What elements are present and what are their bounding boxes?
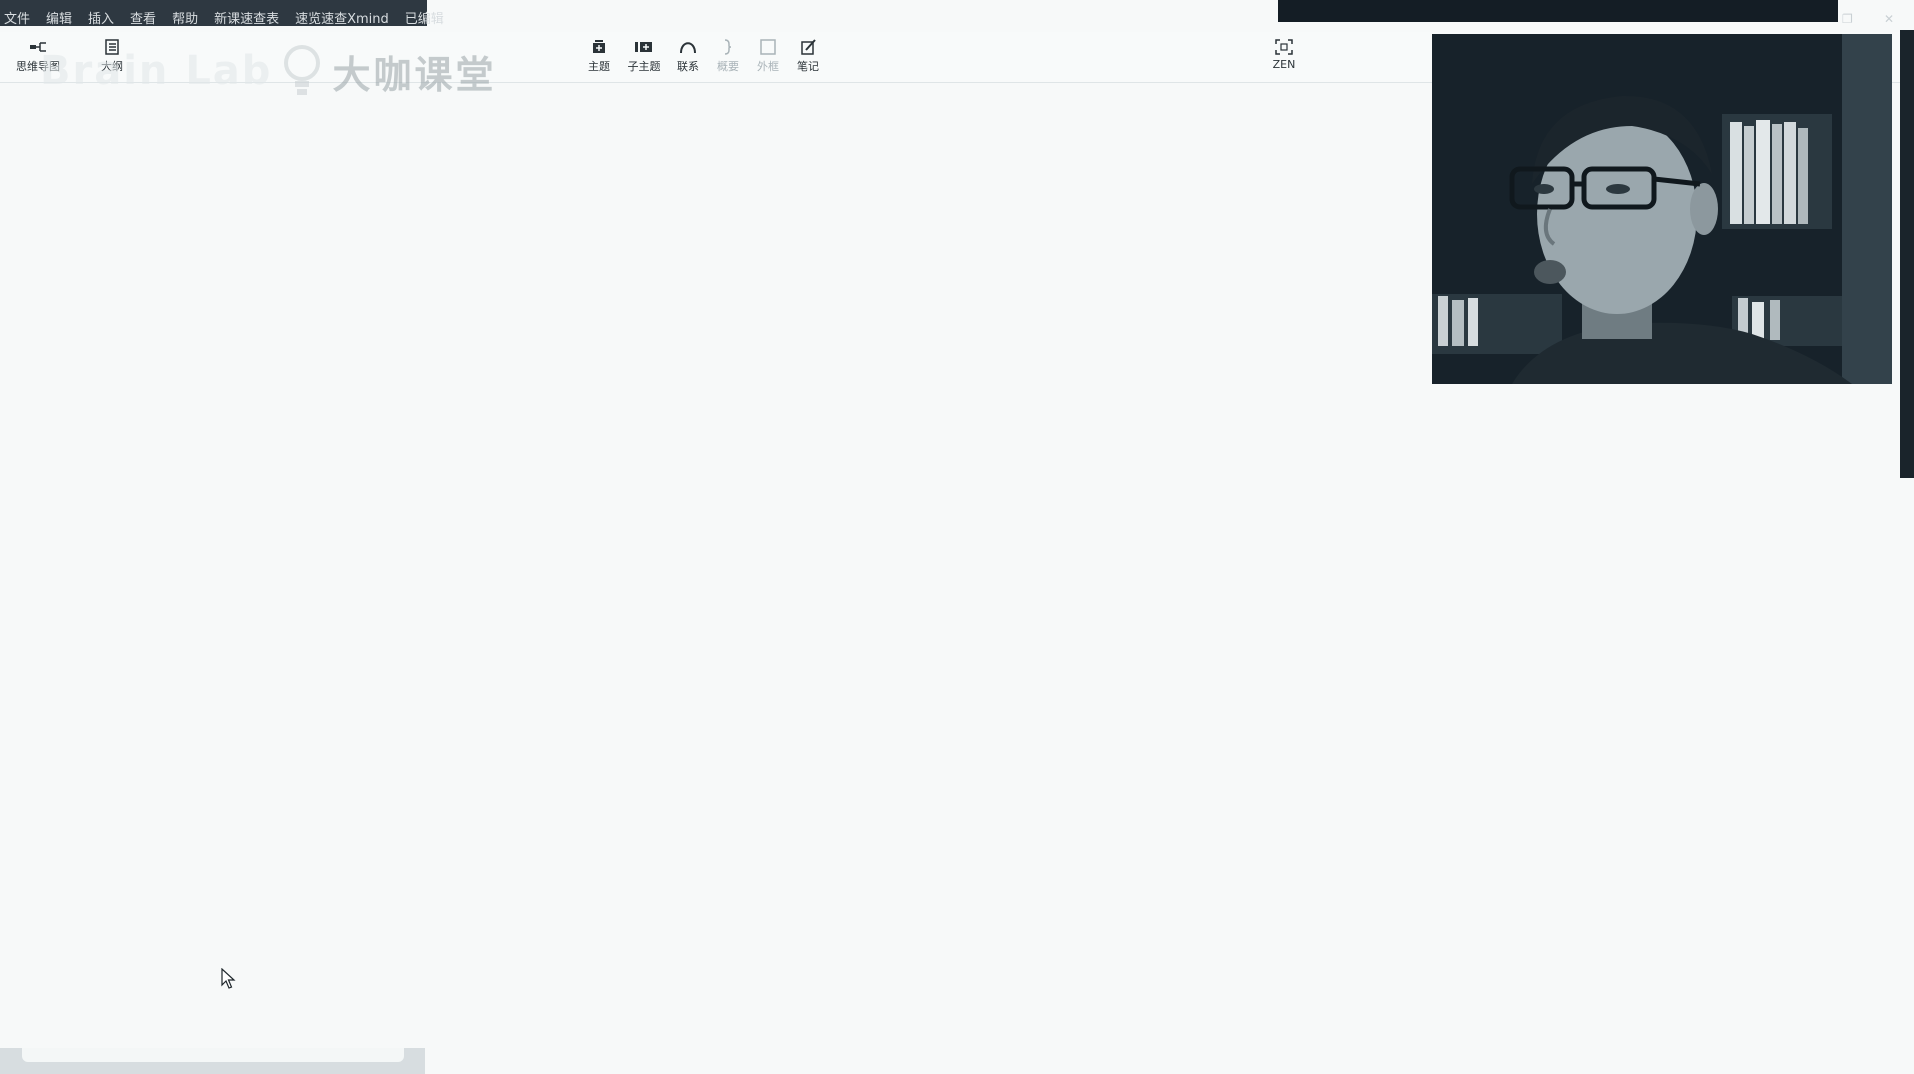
restore-window-icon[interactable]: ❐ <box>1842 12 1853 26</box>
summary-icon <box>724 39 732 55</box>
right-edge-panel <box>1900 30 1914 478</box>
menu-doc-name: 速览速查Xmind <box>295 12 389 27</box>
notes-icon <box>801 39 816 55</box>
boundary-icon <box>760 39 776 55</box>
zen-fullscreen-icon <box>1275 39 1293 55</box>
webcam-overlay <box>1432 34 1892 384</box>
toolbar-zen-label: ZEN <box>1272 58 1296 71</box>
menu-view[interactable]: 查看 <box>130 8 156 27</box>
subtopic-icon <box>635 42 652 52</box>
title-bar-right <box>1278 0 1838 22</box>
toolbar-subtopic-button[interactable]: 子主题 <box>620 38 668 74</box>
toolbar-notes-button[interactable]: 笔记 <box>784 38 832 74</box>
menu-insert[interactable]: 插入 <box>88 8 114 27</box>
xmind-app-window: 文件 编辑 插入 查看 帮助 新课速查表 速览速查Xmind 已编辑 ❐ ✕ 思… <box>0 0 1914 1074</box>
menu-edit[interactable]: 编辑 <box>46 8 72 27</box>
relationship-icon <box>680 42 696 54</box>
menu-bar: 文件 编辑 插入 查看 帮助 新课速查表 速览速查Xmind 已编辑 <box>0 8 444 27</box>
menu-file[interactable]: 文件 <box>4 8 30 27</box>
toolbar-topic-button[interactable]: 主题 <box>575 38 623 74</box>
menu-doc-status: 已编辑 <box>404 12 444 27</box>
toolbar-notes-label: 笔记 <box>797 60 819 73</box>
topic-icon <box>593 40 605 53</box>
close-window-icon[interactable]: ✕ <box>1884 12 1894 26</box>
mouse-cursor-icon <box>221 968 236 989</box>
menu-doc-title: 新课速查表 <box>214 12 280 27</box>
toolbar-zen-button[interactable]: ZEN <box>1260 38 1308 71</box>
presenter-video <box>1432 34 1892 384</box>
bottom-status-bar <box>0 1048 425 1074</box>
toolbar-subtopic-label: 子主题 <box>627 60 661 73</box>
menu-help[interactable]: 帮助 <box>172 8 198 27</box>
toolbar-topic-label: 主题 <box>588 60 610 73</box>
bottom-status-panel <box>22 1048 404 1062</box>
